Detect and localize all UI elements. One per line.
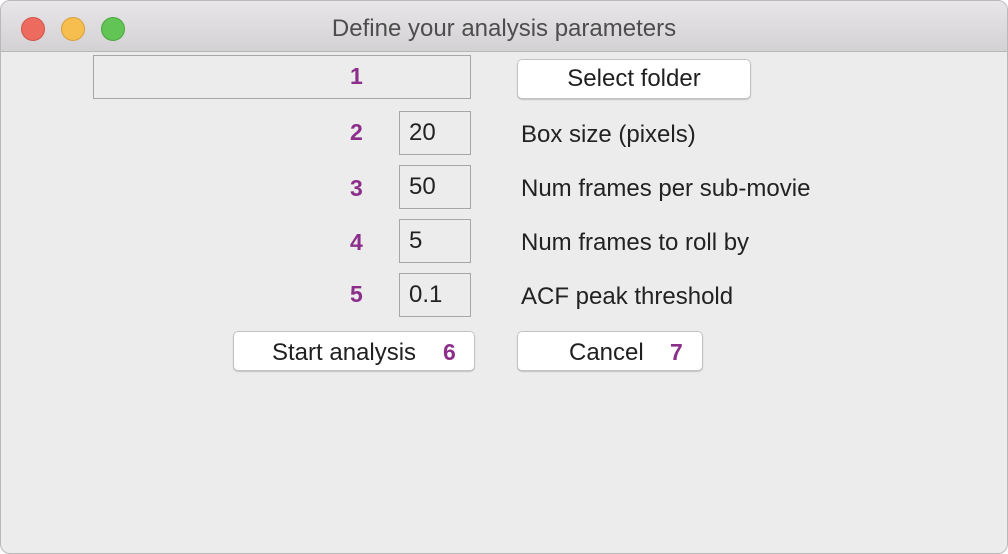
marker-3: 3: [350, 175, 363, 201]
frames-roll-by-field[interactable]: 5: [399, 219, 471, 263]
acf-threshold-label: ACF peak threshold: [521, 283, 734, 310]
cancel-label: Cancel: [569, 339, 644, 366]
marker-6: 6: [443, 339, 456, 365]
frames-per-submovie-label: Num frames per sub-movie: [521, 175, 811, 202]
window-title: Define your analysis parameters: [331, 15, 677, 42]
marker-1: 1: [350, 63, 363, 89]
start-analysis-button[interactable]: Start analysis: [233, 331, 475, 371]
box-size-field[interactable]: 20: [399, 111, 471, 155]
box-size-label: Box size (pixels): [521, 121, 696, 148]
acf-threshold-field[interactable]: 0.1: [399, 273, 471, 317]
select-folder-button[interactable]: Select folder: [517, 59, 751, 99]
marker-2: 2: [350, 119, 363, 145]
folder-path-field[interactable]: [93, 55, 471, 99]
start-analysis-label: Start analysis: [272, 339, 417, 366]
marker-4: 4: [350, 229, 363, 255]
dialog-window: Define your analysis parameters 1 Select…: [0, 0, 1008, 554]
title-bar[interactable]: Define your analysis parameters: [1, 1, 1007, 52]
frames-per-submovie-field[interactable]: 50: [399, 165, 471, 209]
marker-7: 7: [670, 339, 683, 365]
frames-roll-by-label: Num frames to roll by: [521, 229, 750, 256]
marker-5: 5: [350, 281, 363, 307]
